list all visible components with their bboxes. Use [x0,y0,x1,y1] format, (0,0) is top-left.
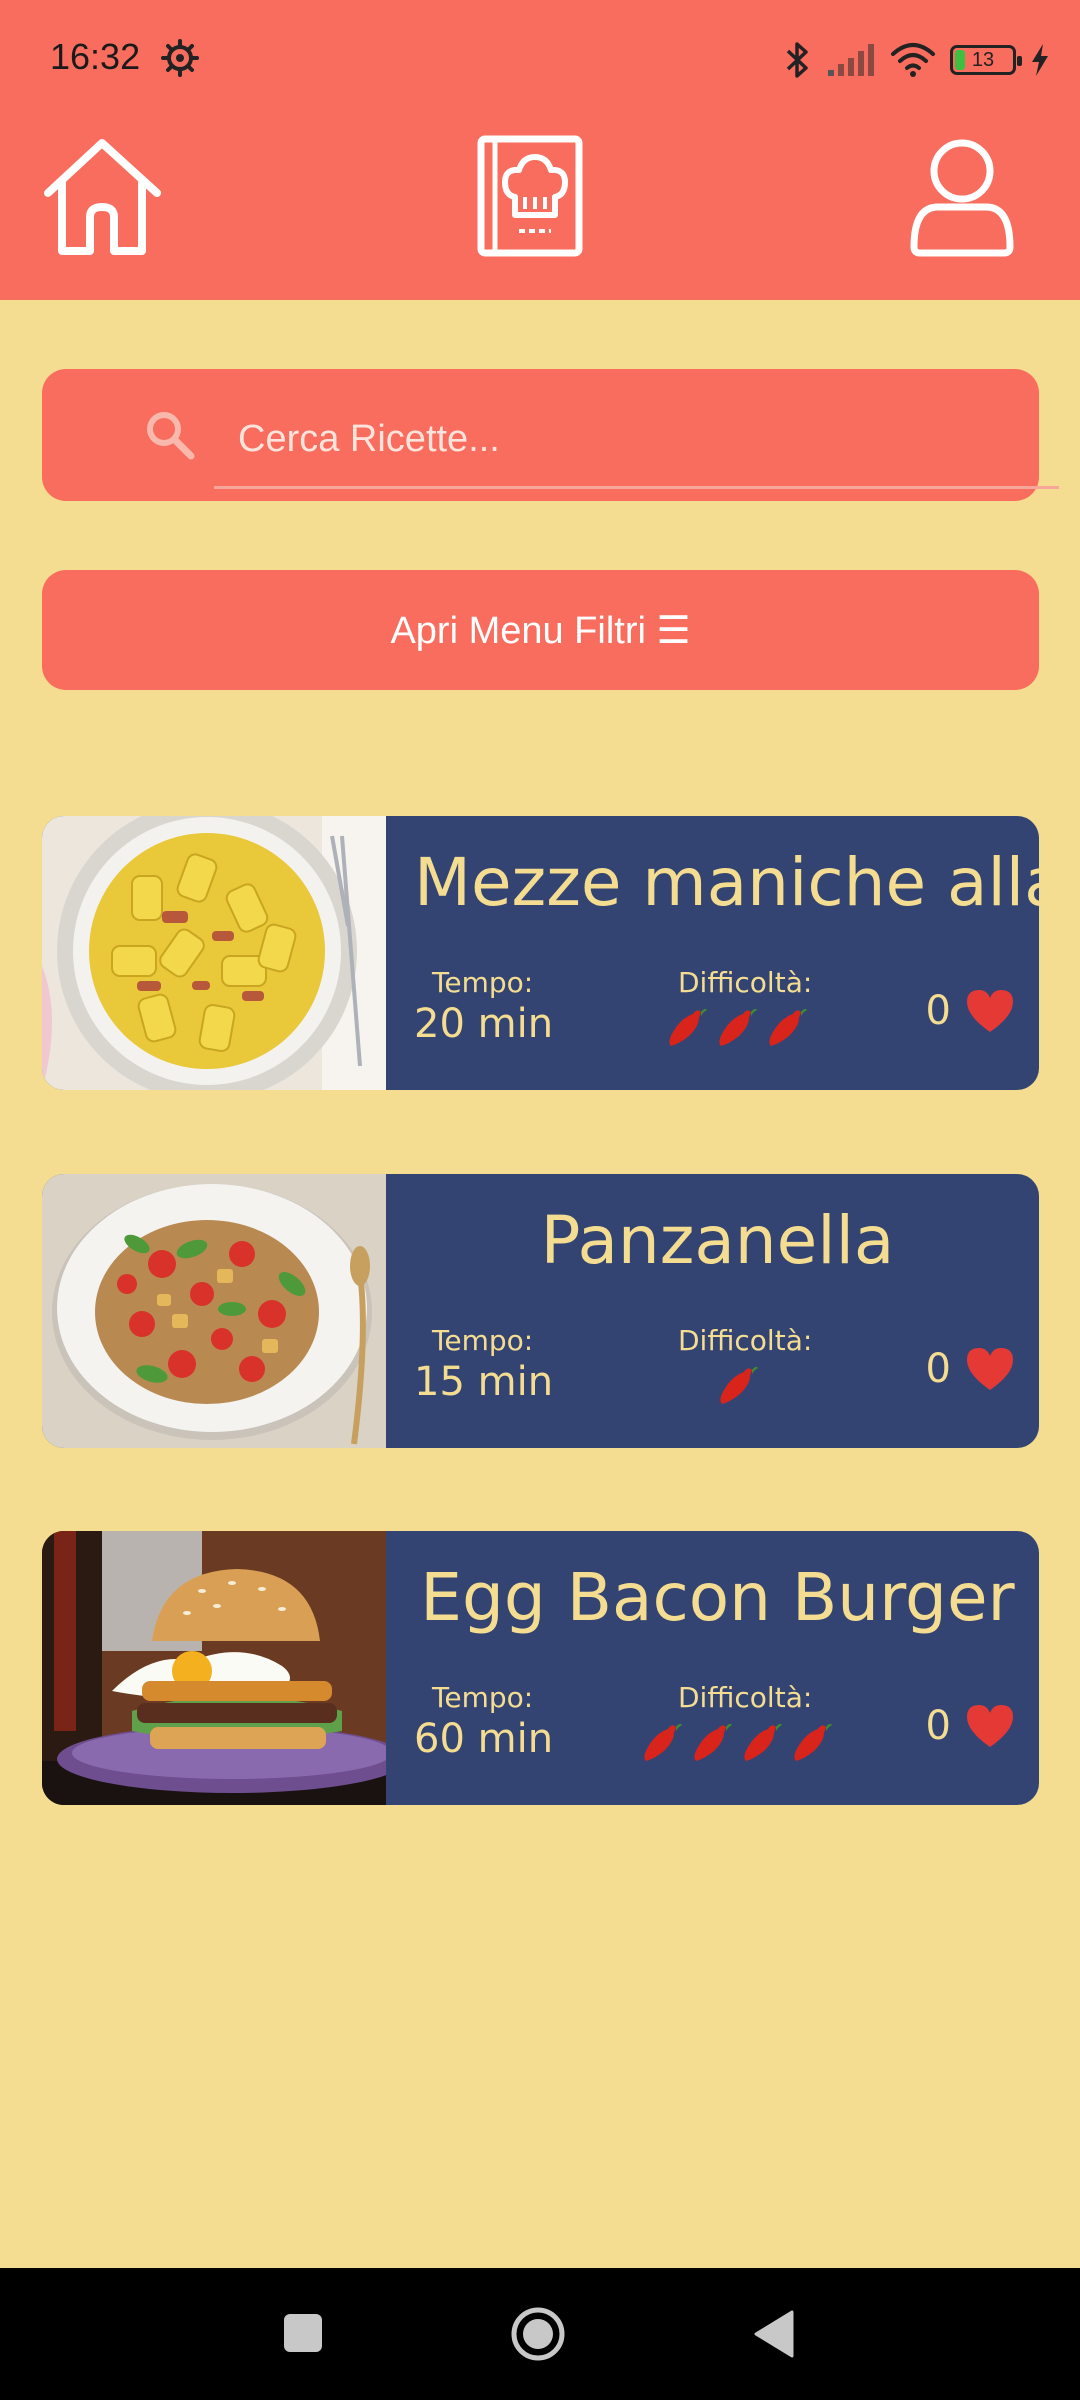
recipe-info: Panzanella Tempo: 15 min Difficoltà: 0 [386,1174,1039,1448]
bluetooth-icon [786,42,808,78]
heart-icon[interactable] [965,988,1015,1034]
status-time: 16:32 [50,36,141,77]
profile-icon[interactable] [908,135,1016,260]
time-label: Tempo: [432,1324,534,1357]
back-icon[interactable] [752,2310,796,2358]
search-input[interactable] [214,393,1059,489]
chili-pepper-icon [720,1366,758,1404]
battery-level: 13 [971,49,995,71]
status-indicators: 13 [784,36,1050,84]
heart-icon[interactable] [965,1346,1015,1392]
difficulty-label: Difficoltà: [678,966,813,999]
difficulty-label: Difficoltà: [678,1324,813,1357]
recipe-title: Egg Bacon Burger [420,1559,1015,1636]
recipe-title: Mezze maniche alla [414,844,1039,921]
time-value: 60 min [414,1716,554,1762]
likes[interactable]: 0 [926,1703,1015,1749]
charging-icon [1032,44,1048,76]
status-bar: 16:32 13 [0,0,1080,120]
difficulty-label: Difficoltà: [678,1681,813,1714]
chili-pepper-icon [794,1723,832,1761]
likes-count: 0 [925,988,951,1034]
time-value: 20 min [414,1001,554,1047]
time-label: Tempo: [432,1681,534,1714]
difficulty-rating [661,1004,809,1054]
difficulty-rating [712,1362,760,1412]
open-filters-button[interactable]: Apri Menu Filtri ☰ [42,570,1039,690]
likes-count: 0 [925,1346,951,1392]
wifi-icon [891,43,935,77]
chili-pepper-icon [669,1008,707,1046]
likes[interactable]: 0 [926,1346,1015,1392]
recipe-card[interactable]: Mezze maniche alla Tempo: 20 min Diffico… [42,816,1039,1090]
chili-pepper-icon [719,1008,757,1046]
home-icon[interactable] [40,135,165,260]
search-bar [42,369,1059,501]
recipe-image [42,816,386,1090]
recents-icon[interactable] [282,2312,324,2354]
search-icon [147,412,195,460]
cookbook-icon[interactable] [475,135,585,260]
likes[interactable]: 0 [926,988,1015,1034]
chili-pepper-icon [644,1723,682,1761]
recipe-card[interactable]: Egg Bacon Burger Tempo: 60 min Difficolt… [42,1531,1039,1805]
recipe-title: Panzanella [540,1202,895,1279]
app-header: 16:32 13 [0,0,1080,300]
recipe-info: Mezze maniche alla Tempo: 20 min Diffico… [386,816,1039,1090]
chili-pepper-icon [769,1008,807,1046]
time-value: 15 min [414,1359,554,1405]
recipe-card[interactable]: Panzanella Tempo: 15 min Difficoltà: 0 [42,1174,1039,1448]
chili-pepper-icon [694,1723,732,1761]
difficulty-rating [636,1719,834,1769]
battery-icon: 13 [950,45,1022,75]
chili-pepper-icon [744,1723,782,1761]
settings-gear-icon [161,39,199,77]
system-navigation-bar [0,2268,1080,2400]
recipe-image [42,1174,386,1448]
likes-count: 0 [925,1703,951,1749]
heart-icon[interactable] [965,1703,1015,1749]
recipe-image [42,1531,386,1805]
time-label: Tempo: [432,966,534,999]
cellular-signal-icon [828,44,874,76]
home-button-icon[interactable] [510,2306,566,2362]
recipe-info: Egg Bacon Burger Tempo: 60 min Difficolt… [386,1531,1039,1805]
